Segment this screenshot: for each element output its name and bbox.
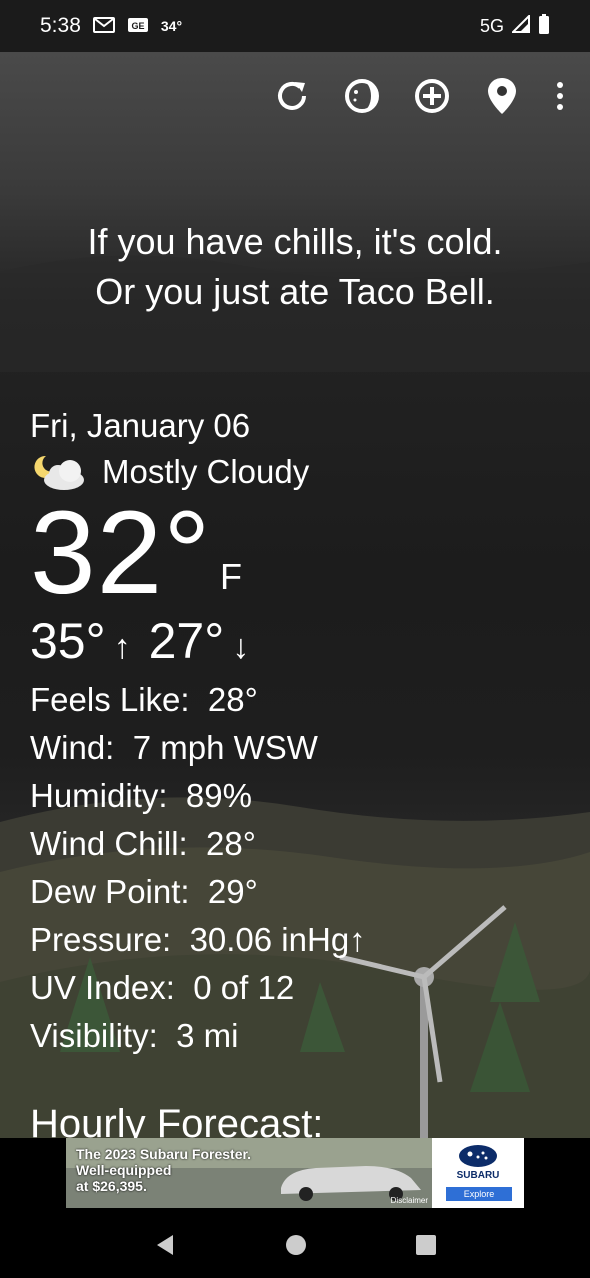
weather-details: Fri, January 06 Mostly Cloudy 32° F 35° … (30, 404, 560, 1060)
stat-visibility: Visibility: 3 mi (30, 1012, 560, 1060)
gmail-icon (92, 17, 115, 35)
ad-text: The 2023 Subaru Forester. Well-equipped … (76, 1146, 251, 1194)
add-location-icon (415, 79, 449, 113)
signal-icon (510, 13, 530, 38)
date-label: Fri, January 06 (30, 407, 251, 444)
stat-label: Visibility: (30, 1017, 158, 1054)
theme-button[interactable] (338, 72, 386, 120)
mostly-cloudy-night-icon (34, 455, 84, 490)
stat-label: Feels Like: (30, 681, 190, 718)
toolbar (268, 72, 572, 120)
stat-label: Pressure: (30, 921, 172, 958)
high-low-row: 35° ↑ 27° ↓ (30, 612, 560, 676)
quote-line-1: If you have chills, it's cold. (87, 221, 503, 262)
ad-creative[interactable]: The 2023 Subaru Forester. Well-equipped … (66, 1138, 524, 1208)
network-label: 5G (479, 15, 504, 36)
stat-label: Dew Point: (30, 873, 190, 910)
back-button[interactable] (153, 1233, 177, 1262)
ad-line-2: Well-equipped (76, 1162, 172, 1178)
low-temperature: 27° (148, 613, 225, 669)
high-arrow-icon: ↑ (113, 628, 131, 666)
low-arrow-icon: ↓ (232, 628, 250, 666)
stat-value: 89% (185, 777, 252, 814)
stat-wind-chill: Wind Chill: 28° (30, 820, 560, 868)
refresh-icon (278, 81, 306, 110)
ad-disclaimer[interactable]: Disclaimer (391, 1196, 428, 1205)
stat-dew-point: Dew Point: 29° (30, 868, 560, 916)
recents-button[interactable] (415, 1234, 437, 1261)
stat-uv-index: UV Index: 0 of 12 (30, 964, 560, 1012)
status-time: 5:38 (40, 14, 81, 37)
back-icon (157, 1234, 174, 1255)
recents-icon (415, 1234, 436, 1255)
ad-banner[interactable]: The 2023 Subaru Forester. Well-equipped … (0, 1138, 590, 1216)
ad-brand-panel: SUBARU Explore (432, 1138, 524, 1208)
stat-value: 7 mph WSW (132, 729, 318, 766)
ad-line-1: The 2023 Subaru Forester. (76, 1146, 252, 1162)
stat-wind: Wind: 7 mph WSW (30, 724, 560, 772)
stat-feels-like: Feels Like: 28° (30, 676, 560, 724)
stat-value: 28° (206, 825, 256, 862)
stat-value: 0 of 12 (193, 969, 295, 1006)
status-bar: 5:38 GE 34° 5G (0, 0, 590, 52)
ad-brand: SUBARU (456, 1170, 500, 1181)
subaru-logo-icon (459, 1145, 497, 1167)
status-temp: 34° (160, 18, 183, 34)
battery-icon (538, 13, 550, 39)
hourly-forecast-title: Hourly Forecast: (30, 1102, 324, 1138)
stat-label: Humidity: (30, 777, 168, 814)
stat-value: 30.06 inHg↑ (189, 921, 366, 958)
system-nav-bar (0, 1216, 590, 1278)
home-icon (285, 1234, 306, 1255)
stat-label: Wind: (30, 729, 115, 766)
condition-row: Mostly Cloudy (30, 452, 560, 492)
weather-quote: If you have chills, it's cold. Or you ju… (0, 217, 590, 317)
location-button[interactable] (478, 72, 526, 120)
refresh-button[interactable] (268, 72, 316, 120)
stat-value: 3 mi (176, 1017, 239, 1054)
stat-label: UV Index: (30, 969, 175, 1006)
condition-label: Mostly Cloudy (102, 453, 310, 490)
stat-value: 28° (207, 681, 258, 718)
ad-line-3: at $26,395. (76, 1178, 147, 1194)
stat-humidity: Humidity: 89% (30, 772, 560, 820)
home-button[interactable] (284, 1233, 308, 1262)
ad-explore-button[interactable]: Explore (446, 1187, 512, 1201)
high-temperature: 35° (30, 613, 106, 669)
stat-pressure: Pressure: 30.06 inHg↑ (30, 916, 560, 964)
theme-icon (345, 79, 379, 113)
temperature-row: 32° F (30, 494, 560, 612)
stats-list: Feels Like: 28° Wind: 7 mph WSW Humidity… (30, 676, 560, 1060)
weather-screen: If you have chills, it's cold. Or you ju… (0, 52, 590, 1138)
ge-app-icon: GE (127, 17, 149, 35)
location-pin-icon (488, 78, 516, 114)
quote-line-2: Or you just ate Taco Bell. (95, 271, 495, 312)
stat-value: 29° (207, 873, 258, 910)
temperature-unit: F (220, 556, 242, 597)
svg-text:GE: GE (131, 21, 144, 31)
add-location-button[interactable] (408, 72, 456, 120)
more-options-button[interactable] (548, 72, 572, 120)
stat-label: Wind Chill: (30, 825, 188, 862)
more-vert-icon (557, 82, 563, 110)
current-temperature: 32° (30, 487, 212, 619)
